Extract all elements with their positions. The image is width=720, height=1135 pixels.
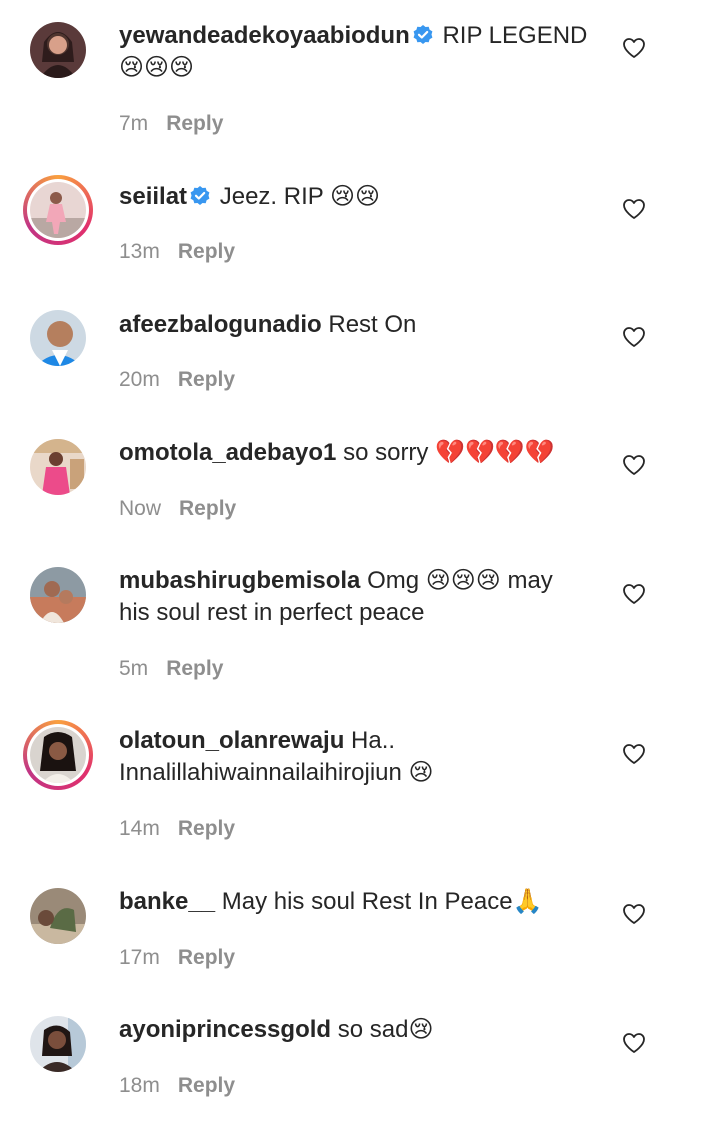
comment-username[interactable]: mubashirugbemisola: [119, 567, 360, 594]
avatar[interactable]: [30, 22, 86, 78]
comment-username[interactable]: ayoniprincessgold: [119, 1016, 331, 1043]
comment-body: omotola_adebayo1 so sorry 💔💔💔💔: [119, 437, 589, 469]
heart-outline-icon[interactable]: [622, 326, 646, 348]
comment-text: Rest On: [328, 311, 417, 338]
comment-meta: 7m Reply: [119, 111, 223, 137]
avatar[interactable]: [23, 175, 93, 245]
comment-meta: 18m Reply: [119, 1073, 235, 1099]
heart-outline-icon[interactable]: [622, 1032, 646, 1054]
comment-meta: 17m Reply: [119, 945, 235, 971]
comment-username[interactable]: banke__: [119, 888, 215, 915]
reply-button[interactable]: Reply: [166, 112, 223, 135]
comment-timestamp: 13m: [119, 240, 160, 263]
comment-body: mubashirugbemisola Omg 😢😢😢 may his soul …: [119, 565, 589, 629]
avatar[interactable]: [30, 310, 86, 366]
comment-timestamp: 17m: [119, 946, 160, 969]
reply-button[interactable]: Reply: [179, 497, 236, 520]
verified-badge-icon: [189, 185, 211, 207]
comment-text: May his soul Rest In Peace🙏: [221, 888, 543, 915]
avatar[interactable]: [30, 439, 86, 495]
comment-username[interactable]: omotola_adebayo1: [119, 439, 336, 466]
comment-timestamp: Now: [119, 497, 162, 520]
avatar[interactable]: [30, 1016, 86, 1072]
reply-button[interactable]: Reply: [178, 817, 235, 840]
comment-timestamp: 7m: [119, 112, 149, 135]
reply-button[interactable]: Reply: [178, 240, 235, 263]
comment-text: Jeez. RIP 😢😢: [219, 183, 381, 210]
reply-button[interactable]: Reply: [178, 368, 235, 391]
comment-meta: 5m Reply: [119, 656, 223, 682]
comment-text: so sad😢: [337, 1016, 434, 1043]
comment-text: so sorry 💔💔💔💔: [343, 439, 555, 466]
comment-timestamp: 20m: [119, 368, 160, 391]
comment-meta: 20m Reply: [119, 367, 235, 393]
comment-body: afeezbalogunadio Rest On: [119, 309, 589, 341]
comment-body: yewandeadekoyaabiodun RIP LEGEND 😢😢😢: [119, 20, 589, 84]
reply-button[interactable]: Reply: [178, 946, 235, 969]
comment-body: olatoun_olanrewaju Ha.. Innalillahiwainn…: [119, 725, 589, 789]
comment-username[interactable]: olatoun_olanrewaju: [119, 727, 344, 754]
avatar[interactable]: [23, 720, 93, 790]
comment-timestamp: 14m: [119, 817, 160, 840]
comment-timestamp: 18m: [119, 1074, 160, 1097]
avatar[interactable]: [30, 567, 86, 623]
heart-outline-icon[interactable]: [622, 743, 646, 765]
comment-body: seiilat Jeez. RIP 😢😢: [119, 181, 589, 213]
verified-badge-icon: [412, 24, 434, 46]
comment-body: ayoniprincessgold so sad😢: [119, 1014, 589, 1046]
comment-meta: Now Reply: [119, 496, 236, 522]
comment-meta: 13m Reply: [119, 239, 235, 265]
comment-username[interactable]: yewandeadekoyaabiodun: [119, 22, 410, 49]
comment-username[interactable]: seiilat: [119, 183, 187, 210]
comment-username[interactable]: afeezbalogunadio: [119, 311, 322, 338]
heart-outline-icon[interactable]: [622, 198, 646, 220]
reply-button[interactable]: Reply: [166, 657, 223, 680]
comment-meta: 14m Reply: [119, 816, 235, 842]
heart-outline-icon[interactable]: [622, 454, 646, 476]
avatar[interactable]: [30, 888, 86, 944]
heart-outline-icon[interactable]: [622, 903, 646, 925]
heart-outline-icon[interactable]: [622, 37, 646, 59]
comment-timestamp: 5m: [119, 657, 149, 680]
heart-outline-icon[interactable]: [622, 583, 646, 605]
comment-body: banke__ May his soul Rest In Peace🙏: [119, 886, 589, 918]
reply-button[interactable]: Reply: [178, 1074, 235, 1097]
